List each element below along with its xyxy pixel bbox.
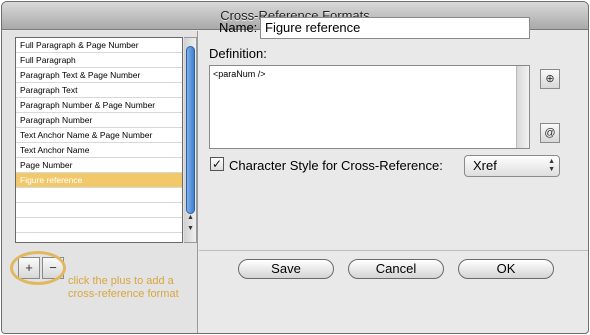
- definition-scrollbar[interactable]: [516, 66, 529, 148]
- list-item[interactable]: Text Anchor Name & Page Number: [16, 128, 182, 143]
- list-item[interactable]: Paragraph Number & Page Number: [16, 98, 182, 113]
- list-item[interactable]: Full Paragraph: [16, 53, 182, 68]
- save-button[interactable]: Save: [238, 259, 334, 279]
- list-empty-row: [16, 203, 182, 218]
- checkmark-icon: ✓: [211, 157, 223, 171]
- list-item[interactable]: Paragraph Text: [16, 83, 182, 98]
- list-item[interactable]: Page Number: [16, 158, 182, 173]
- list-item[interactable]: Full Paragraph & Page Number: [16, 38, 182, 53]
- building-block-icon: ⊕: [545, 73, 555, 85]
- insert-building-block-button[interactable]: ⊕: [540, 69, 560, 89]
- format-list-scrollbar[interactable]: ▲ ▼: [184, 37, 197, 243]
- scroll-up-arrow-icon[interactable]: ▲: [185, 213, 196, 222]
- list-empty-row: [16, 218, 182, 233]
- insert-special-character-button[interactable]: @: [540, 123, 560, 143]
- character-style-value: Xref: [473, 158, 497, 173]
- character-style-checkbox[interactable]: ✓: [210, 157, 224, 171]
- list-item[interactable]: Paragraph Text & Page Number: [16, 68, 182, 83]
- scroll-down-arrow-icon[interactable]: ▼: [185, 224, 196, 233]
- callout-highlight-ring: [10, 251, 66, 285]
- list-item[interactable]: Paragraph Number: [16, 113, 182, 128]
- definition-textarea[interactable]: <paraNum />: [209, 65, 530, 149]
- at-sign-icon: @: [544, 127, 556, 139]
- callout-annotation: click the plus to add a cross-reference …: [68, 275, 179, 300]
- format-list-pane: Full Paragraph & Page Number Full Paragra…: [2, 31, 198, 333]
- cross-reference-formats-dialog: Cross-Reference Formats Full Paragraph &…: [1, 1, 589, 334]
- scroll-thumb[interactable]: [186, 46, 195, 214]
- divider: [199, 250, 588, 251]
- list-empty-row: [16, 188, 182, 203]
- name-field[interactable]: Figure reference: [260, 17, 530, 39]
- ok-button[interactable]: OK: [458, 259, 554, 279]
- cancel-button[interactable]: Cancel: [348, 259, 444, 279]
- name-label: Name:: [219, 20, 258, 35]
- select-arrows-icon: ▲ ▼: [548, 158, 555, 173]
- list-item[interactable]: Figure reference: [16, 173, 182, 188]
- format-list[interactable]: Full Paragraph & Page Number Full Paragra…: [15, 37, 183, 243]
- list-item[interactable]: Text Anchor Name: [16, 143, 182, 158]
- character-style-label: Character Style for Cross-Reference:: [229, 158, 443, 173]
- character-style-select[interactable]: Xref ▲ ▼: [464, 155, 560, 177]
- definition-label: Definition:: [209, 46, 267, 61]
